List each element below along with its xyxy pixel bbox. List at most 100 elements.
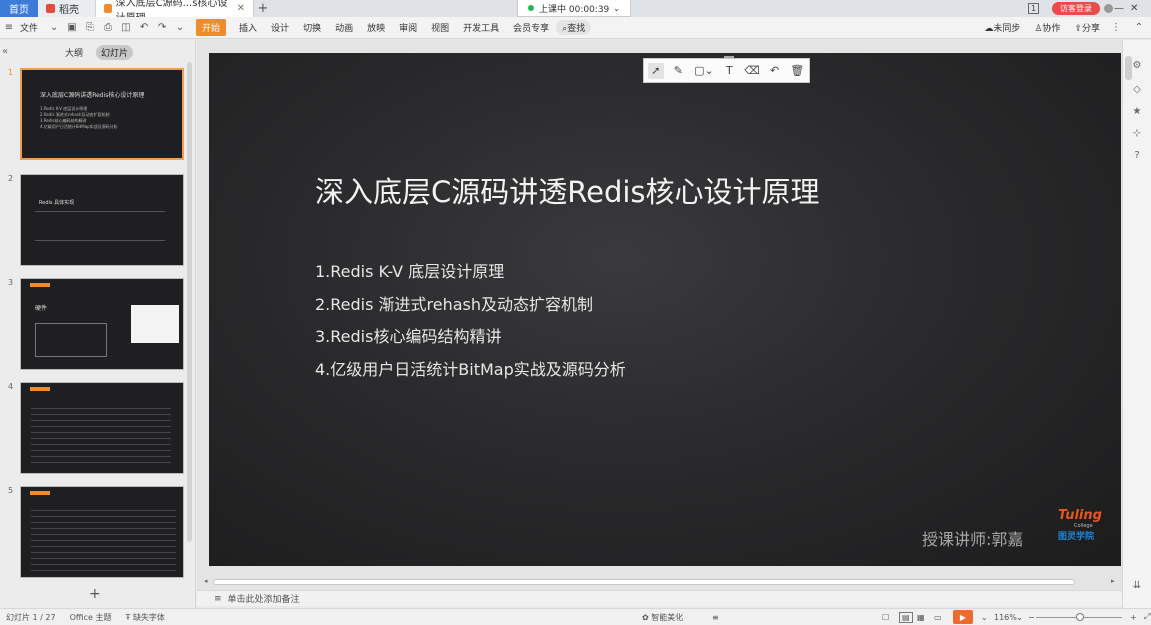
scroll-left-icon[interactable]: ◂	[204, 577, 208, 585]
status-bar: 幻灯片 1 / 27 Office 主题 Ŧ 缺失字体 ✿ 智能美化 ≡ ☐ ▤…	[0, 608, 1151, 625]
tab-insert[interactable]: 插入	[232, 21, 264, 34]
chevron-down-icon[interactable]: ⌄	[981, 613, 988, 622]
shape-icon[interactable]: ◇	[1131, 84, 1143, 96]
slide-canvas[interactable]: 深入底层C源码讲透Redis核心设计原理 1.Redis K-V 底层设计原理 …	[209, 53, 1121, 566]
fit-window-icon[interactable]: ⤢	[1144, 612, 1150, 622]
more-icon[interactable]: ⋮	[1110, 22, 1122, 34]
undo-icon[interactable]: ↶	[767, 63, 783, 79]
notes-view-icon[interactable]: ≡	[712, 613, 719, 622]
avatar[interactable]	[1104, 0, 1113, 17]
scroll-thumb[interactable]	[213, 579, 1075, 585]
tab-design[interactable]: 设计	[264, 21, 296, 34]
slide-agenda-list[interactable]: 1.Redis K-V 底层设计原理 2.Redis 渐进式rehash及动态扩…	[315, 258, 626, 388]
docer-icon	[46, 4, 55, 13]
thumbnail-line: 4.亿级用户日活统计BitMap实战及源码分析	[40, 124, 118, 129]
tab-home[interactable]: 首页	[0, 0, 38, 17]
tab-view[interactable]: 视图	[424, 21, 456, 34]
tab-animation[interactable]: 动画	[328, 21, 360, 34]
tab-transition[interactable]: 切换	[296, 21, 328, 34]
login-button[interactable]: 访客登录	[1052, 2, 1100, 15]
lecturer-label: 授课讲师:郭嘉	[922, 530, 1024, 549]
thumbnail-canvas	[20, 486, 184, 578]
horizontal-scrollbar[interactable]: ◂ ▸	[204, 577, 1120, 587]
thumbnail-title: Redis 具体实现	[39, 200, 75, 206]
tab-presentation[interactable]: 深入底层C源码...s核心设计原理 ✕	[96, 0, 254, 24]
add-slide-button[interactable]: +	[89, 586, 101, 602]
smart-beautify-button[interactable]: ✿ 智能美化	[642, 612, 683, 623]
tuling-logo: Tuling College 图灵学院	[1058, 508, 1110, 556]
tab-docer[interactable]: 稻壳	[38, 0, 96, 17]
thumbnail-title: 硬件	[35, 305, 48, 312]
notes-toggle-icon[interactable]: ≡	[214, 594, 222, 604]
save-icon[interactable]: ▣	[66, 22, 78, 34]
theme-name[interactable]: Office 主题	[70, 612, 112, 623]
chevron-down-icon[interactable]: ⌄	[48, 22, 60, 34]
zoom-dropdown-icon[interactable]: ⌄	[1016, 613, 1023, 622]
eraser-icon[interactable]: ⌫	[744, 63, 760, 79]
properties-icon[interactable]: ⚙	[1131, 60, 1143, 72]
tab-slideshow[interactable]: 放映	[360, 21, 392, 34]
thumbnail-tag	[30, 387, 50, 391]
thumbnail-title: 深入底层C源码讲透Redis核心设计原理	[40, 92, 145, 99]
panel-scrollbar[interactable]	[187, 62, 192, 542]
text-icon[interactable]: T	[722, 63, 738, 79]
minimize-icon[interactable]: —	[1114, 0, 1124, 17]
close-window-icon[interactable]: ✕	[1130, 0, 1138, 17]
page-count-badge[interactable]: 1	[1028, 0, 1040, 17]
tab-review[interactable]: 审阅	[392, 21, 424, 34]
thumbnail-text-block	[35, 211, 165, 241]
notes-bar[interactable]: ≡ 单击此处添加备注	[197, 590, 1122, 606]
tab-start[interactable]: 开始	[196, 19, 227, 36]
thumbnail-text-block	[31, 403, 171, 465]
comment-icon[interactable]: ☐	[882, 613, 889, 622]
help-icon[interactable]: ?	[1131, 150, 1143, 162]
menu-icon[interactable]: ≡	[3, 22, 15, 34]
file-menu[interactable]: 文件	[18, 21, 45, 34]
tab-slides[interactable]: 幻灯片	[96, 45, 134, 60]
export-icon[interactable]: ⎘	[84, 22, 96, 34]
play-slideshow-button[interactable]: ▶	[953, 610, 973, 624]
class-session-indicator[interactable]: 上课中 00:00:39 ⌄	[517, 0, 631, 17]
close-tab-icon[interactable]: ✕	[237, 3, 245, 14]
search-box[interactable]: ⌕查找	[556, 20, 592, 35]
next-slide-icon[interactable]: ⇊	[1131, 580, 1143, 592]
collapse-panel-icon[interactable]: «	[2, 46, 8, 57]
missing-font-button[interactable]: Ŧ 缺失字体	[126, 612, 165, 623]
tab-developer[interactable]: 开发工具	[456, 21, 506, 34]
pointer-icon[interactable]: ➚	[648, 62, 664, 79]
zoom-slider-knob[interactable]	[1076, 613, 1084, 621]
undo-icon[interactable]: ↶	[138, 22, 150, 34]
preview-icon[interactable]: ◫	[120, 22, 132, 34]
cloud-icon: ☁	[984, 24, 994, 34]
scroll-right-icon[interactable]: ▸	[1111, 577, 1115, 585]
zoom-in-button[interactable]: +	[1130, 613, 1137, 622]
zoom-level[interactable]: 116%	[994, 613, 1017, 622]
normal-view-icon[interactable]: ▤	[899, 611, 913, 623]
drag-handle[interactable]	[724, 56, 734, 58]
share-button[interactable]: ⇪分享	[1067, 21, 1107, 34]
share-icon: ⇪	[1074, 24, 1082, 34]
redo-icon[interactable]: ↷	[156, 22, 168, 34]
tab-member[interactable]: 会员专享	[506, 21, 556, 34]
rectangle-icon[interactable]: ▢⌄	[693, 63, 714, 79]
slide-number: 4	[8, 382, 14, 391]
print-icon[interactable]: ⎙	[102, 22, 114, 34]
agenda-item: 2.Redis 渐进式rehash及动态扩容机制	[315, 294, 594, 314]
slide-sorter-icon[interactable]: ▦	[917, 613, 925, 622]
new-tab-button[interactable]: +	[254, 1, 272, 16]
sync-status[interactable]: ☁未同步	[977, 21, 1027, 34]
zoom-out-button[interactable]: −	[1028, 613, 1035, 622]
reading-view-icon[interactable]: ▭	[934, 613, 942, 622]
slide-counter: 幻灯片 1 / 27	[6, 612, 56, 622]
chevron-down-icon[interactable]: ⌄	[174, 22, 186, 34]
edit-area: 深入底层C源码讲透Redis核心设计原理 1.Redis K-V 底层设计原理 …	[197, 40, 1122, 590]
pen-icon[interactable]: ✎	[671, 63, 687, 79]
slide-title[interactable]: 深入底层C源码讲透Redis核心设计原理	[315, 169, 820, 211]
select-icon[interactable]: ⊹	[1131, 128, 1143, 140]
trash-icon[interactable]: 🗑	[789, 63, 805, 79]
collab-button[interactable]: ♙协作	[1027, 21, 1067, 34]
logo-text: Tuling	[1058, 508, 1102, 523]
animation-icon[interactable]: ★	[1131, 106, 1143, 118]
tab-outline[interactable]: 大纲	[60, 45, 88, 60]
collapse-ribbon-icon[interactable]: ⌃	[1133, 22, 1145, 34]
